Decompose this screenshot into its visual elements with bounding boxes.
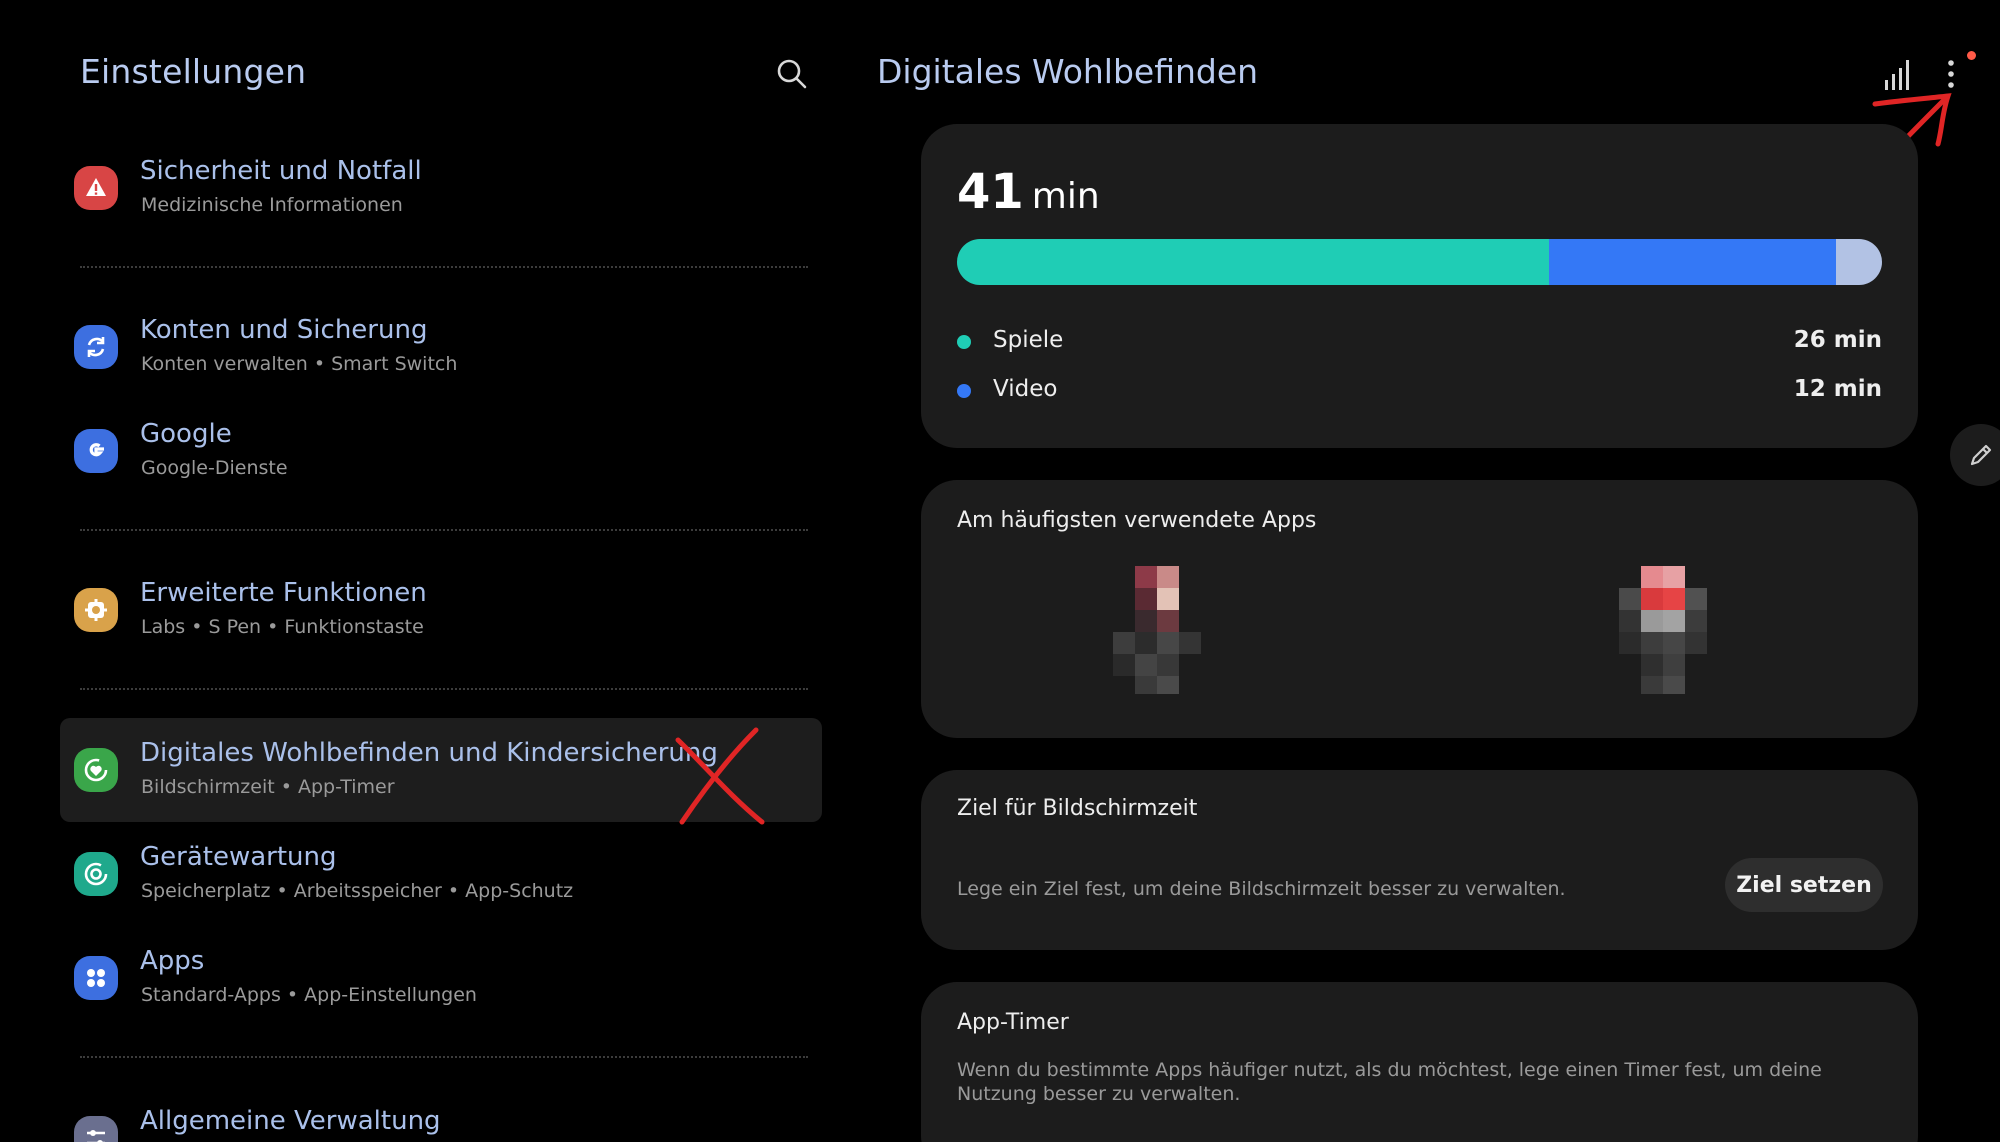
- puzzle-gear-icon: [74, 588, 118, 632]
- alert-icon: [74, 166, 118, 210]
- screen-time-goal-card[interactable]: Ziel für Bildschirmzeit Lege ein Ziel fe…: [921, 770, 1918, 950]
- card-title: App-Timer: [957, 1010, 1069, 1035]
- category-label: Video: [993, 376, 1058, 402]
- item-title: Allgemeine Verwaltung: [140, 1106, 441, 1136]
- item-title: Erweiterte Funktionen: [140, 578, 427, 608]
- sync-icon: [74, 325, 118, 369]
- settings-item-apps[interactable]: Apps Standard-Apps • App-Einstellungen: [60, 926, 822, 1030]
- usage-bar-segment: [957, 239, 1549, 285]
- divider: [80, 266, 808, 268]
- screen-time-card[interactable]: 41 min Spiele 26 min Video 12 min: [921, 124, 1918, 448]
- usage-bar-segment: [1835, 239, 1882, 285]
- red-x-annotation-icon: [675, 727, 765, 825]
- category-label: Spiele: [993, 327, 1064, 353]
- settings-screen: Einstellungen Sicherheit und Notfall Med…: [0, 0, 2000, 1142]
- apps-grid-icon: [74, 956, 118, 1000]
- total-time-unit: min: [1031, 176, 1100, 217]
- item-subtitle: Konten verwalten • Smart Switch: [141, 353, 458, 375]
- item-subtitle: Google-Dienste: [141, 457, 288, 479]
- category-row-games: Spiele 26 min: [957, 327, 1882, 357]
- settings-item-device-care[interactable]: Gerätewartung Speicherplatz • Arbeitsspe…: [60, 822, 822, 926]
- wellbeing-icon: [74, 748, 118, 792]
- item-title: Google: [140, 419, 232, 449]
- item-subtitle: Labs • S Pen • Funktionstaste: [141, 616, 424, 638]
- settings-item-advanced[interactable]: Erweiterte Funktionen Labs • S Pen • Fun…: [60, 558, 822, 662]
- settings-item-google[interactable]: Google Google-Dienste: [60, 399, 822, 503]
- detail-title: Digitales Wohlbefinden: [877, 52, 1259, 91]
- settings-item-accounts[interactable]: Konten und Sicherung Konten verwalten • …: [60, 295, 822, 399]
- most-used-apps-card[interactable]: Am häufigsten verwendete Apps: [921, 480, 1918, 738]
- usage-bar: [957, 239, 1882, 285]
- category-value: 12 min: [1793, 376, 1882, 402]
- notification-dot: [1967, 51, 1976, 60]
- card-title: Am häufigsten verwendete Apps: [957, 508, 1317, 533]
- category-row-video: Video 12 min: [957, 376, 1882, 406]
- divider: [80, 688, 808, 690]
- app-icon-pixelated[interactable]: [1611, 542, 1751, 702]
- divider: [80, 529, 808, 531]
- google-icon: [74, 429, 118, 473]
- item-subtitle: Speicherplatz • Arbeitsspeicher • App-Sc…: [141, 880, 574, 902]
- card-description: Wenn du bestimmte Apps häufiger nutzt, a…: [957, 1059, 1822, 1105]
- category-value: 26 min: [1793, 327, 1882, 353]
- item-title: Sicherheit und Notfall: [140, 156, 422, 186]
- item-title: Digitales Wohlbefinden und Kindersicheru…: [140, 738, 718, 768]
- total-screen-time: 41 min: [957, 164, 1100, 220]
- total-time-value: 41: [957, 164, 1024, 220]
- item-title: Gerätewartung: [140, 842, 337, 872]
- divider: [80, 1056, 808, 1058]
- item-subtitle: Medizinische Informationen: [141, 194, 403, 216]
- set-goal-button[interactable]: Ziel setzen: [1725, 858, 1883, 912]
- usage-bar-segment: [1549, 239, 1836, 285]
- settings-item-general-management[interactable]: Allgemeine Verwaltung: [60, 1086, 822, 1142]
- app-icon-pixelated[interactable]: [1111, 542, 1251, 702]
- sliders-icon: [74, 1116, 118, 1142]
- item-subtitle: Standard-Apps • App-Einstellungen: [141, 984, 477, 1006]
- item-subtitle: Bildschirmzeit • App-Timer: [141, 776, 395, 798]
- device-care-icon: [74, 852, 118, 896]
- item-title: Konten und Sicherung: [140, 315, 428, 345]
- edit-icon[interactable]: [1950, 424, 2000, 486]
- category-dot: [957, 384, 971, 398]
- card-description: Lege ein Ziel fest, um deine Bildschirmz…: [957, 878, 1566, 900]
- page-title: Einstellungen: [80, 52, 307, 91]
- card-title: Ziel für Bildschirmzeit: [957, 796, 1198, 821]
- search-icon[interactable]: [772, 54, 812, 94]
- category-dot: [957, 335, 971, 349]
- app-timer-card[interactable]: App-Timer Wenn du bestimmte Apps häufige…: [921, 982, 1918, 1142]
- settings-item-safety[interactable]: Sicherheit und Notfall Medizinische Info…: [60, 136, 822, 240]
- item-title: Apps: [140, 946, 205, 976]
